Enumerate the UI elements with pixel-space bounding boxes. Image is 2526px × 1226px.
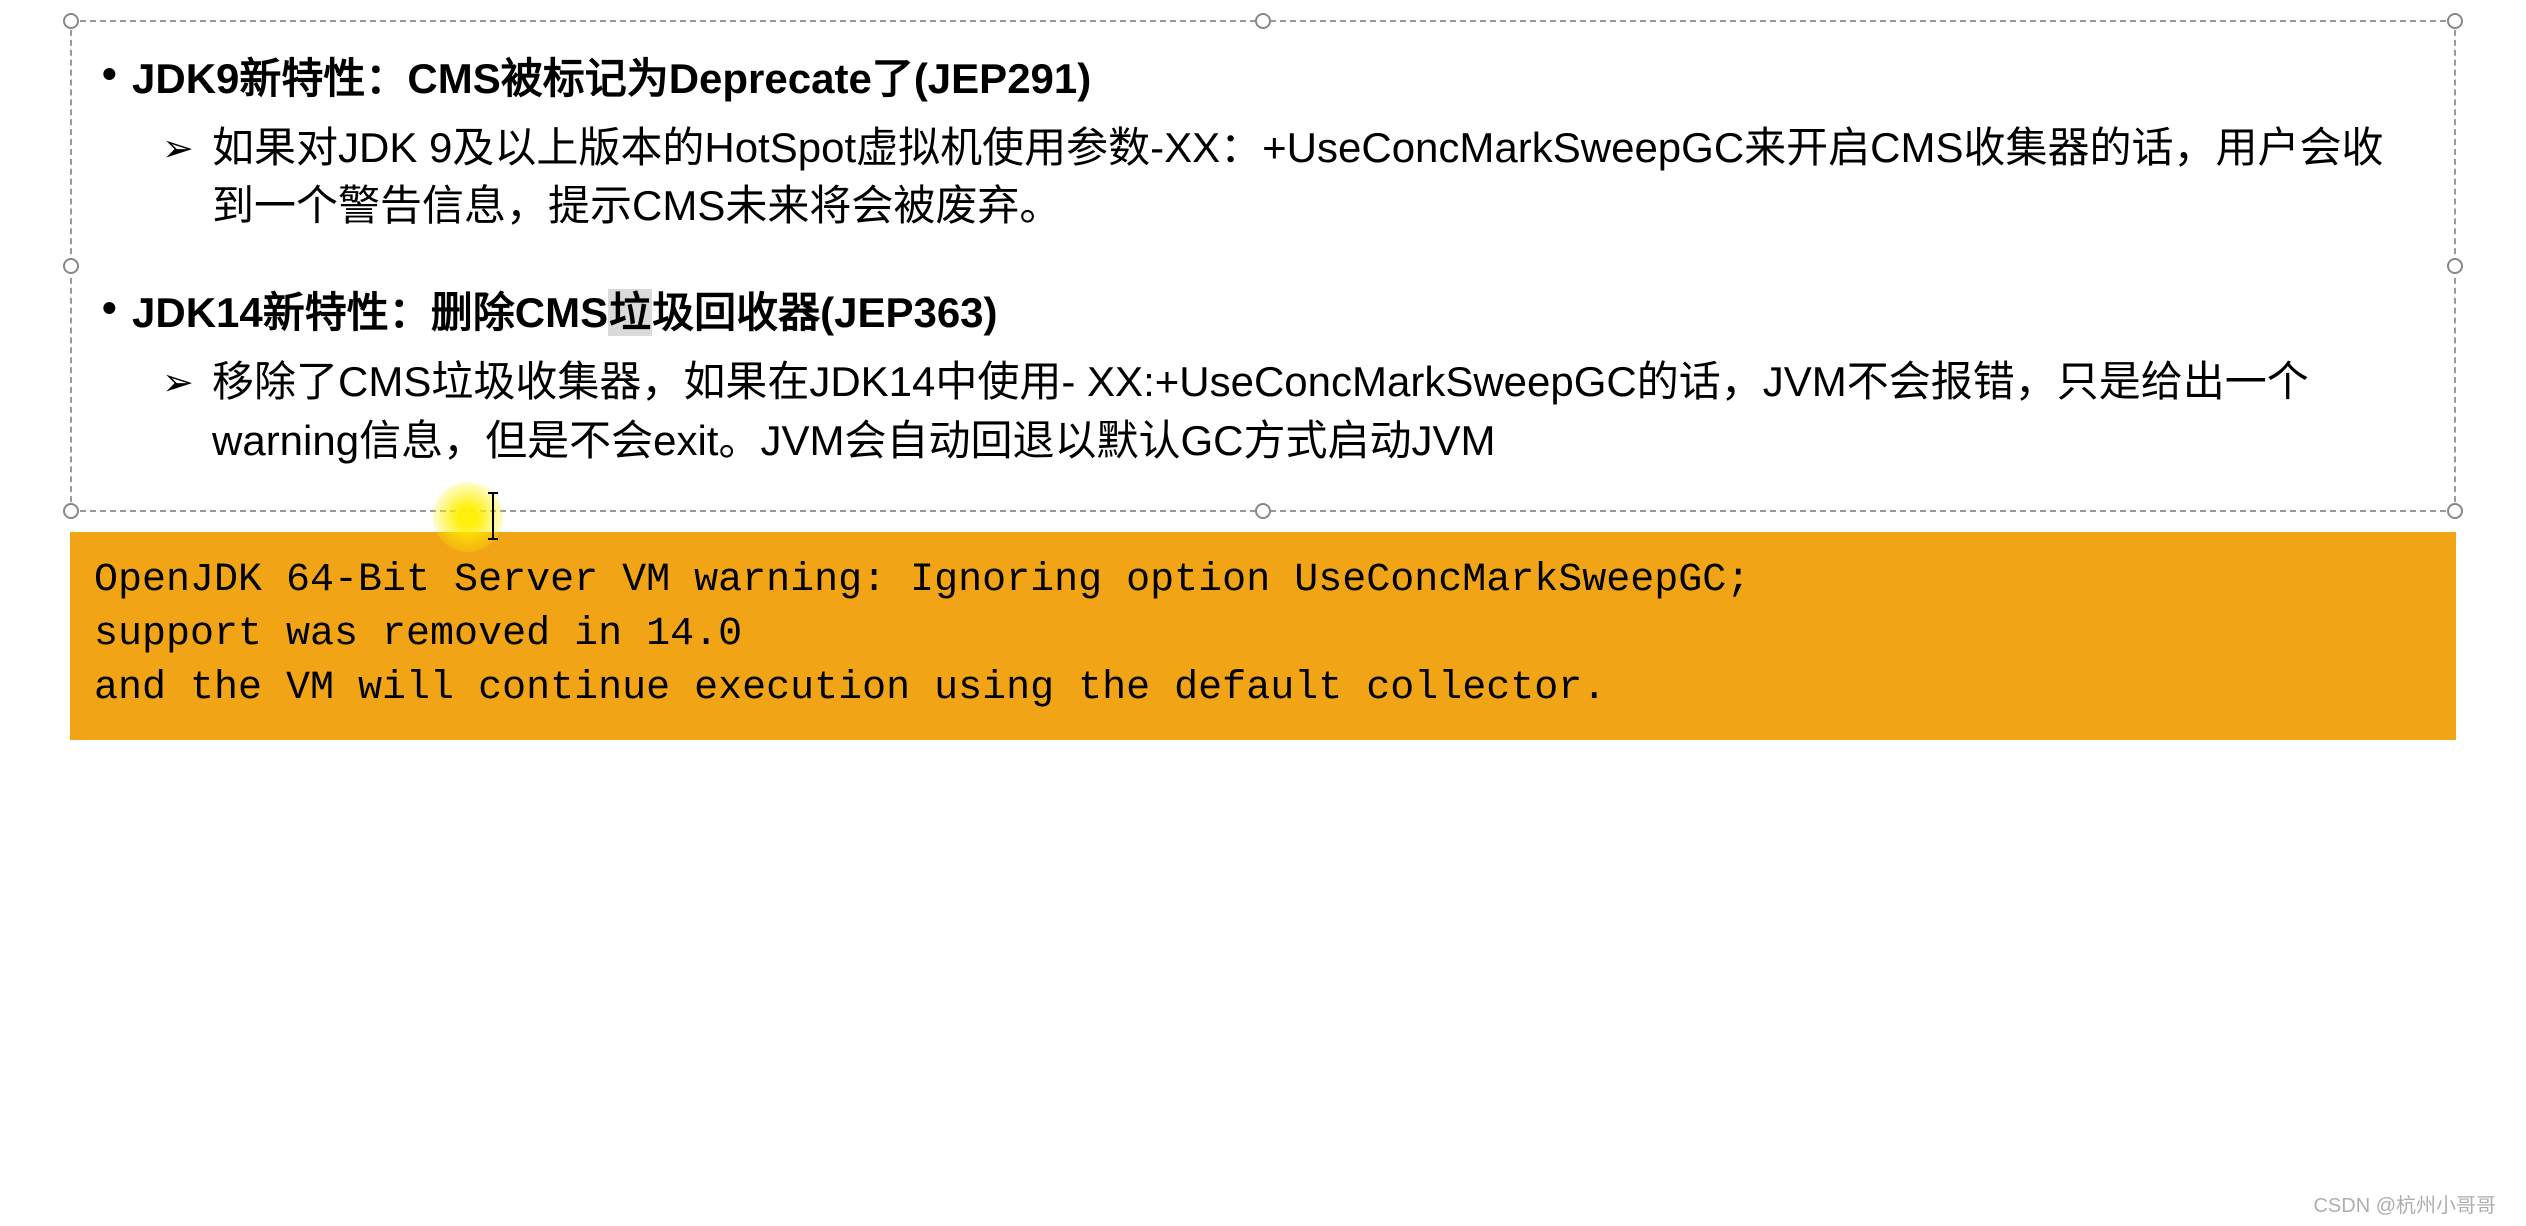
resize-handle-left[interactable]: [63, 258, 79, 274]
slide-textbox[interactable]: JDK9新特性：CMS被标记为Deprecate了(JEP291) 如果对JDK…: [70, 20, 2456, 512]
bullet-item-jdk14[interactable]: JDK14新特性：删除CMS垃圾回收器(JEP363) 移除了CMS垃圾收集器，…: [132, 286, 2424, 470]
bullet-title: JDK14新特性：删除CMS垃圾回收器(JEP363): [132, 286, 2424, 341]
bullet-list: JDK9新特性：CMS被标记为Deprecate了(JEP291) 如果对JDK…: [102, 52, 2424, 470]
title-s: S: [580, 289, 608, 336]
sub-item[interactable]: 如果对JDK 9及以上版本的HotSpot虚拟机使用参数-XX：+UseConc…: [212, 119, 2424, 237]
bullet-title: JDK9新特性：CMS被标记为Deprecate了(JEP291): [132, 52, 2424, 107]
sub-item[interactable]: 移除了CMS垃圾收集器，如果在JDK14中使用- XX:+UseConcMark…: [212, 353, 2424, 471]
sub-list: 移除了CMS垃圾收集器，如果在JDK14中使用- XX:+UseConcMark…: [132, 353, 2424, 471]
bullet-item-jdk9[interactable]: JDK9新特性：CMS被标记为Deprecate了(JEP291) 如果对JDK…: [132, 52, 2424, 236]
watermark: CSDN @杭州小哥哥: [2313, 1189, 2496, 1218]
warning-output-box: OpenJDK 64-Bit Server VM warning: Ignori…: [70, 532, 2456, 740]
title-selected: 垃: [608, 289, 652, 336]
resize-handle-bottom[interactable]: [1255, 503, 1271, 519]
resize-handle-top-right[interactable]: [2447, 13, 2463, 29]
text-cursor-icon: [492, 492, 494, 540]
resize-handle-bottom-right[interactable]: [2447, 503, 2463, 519]
resize-handle-top-left[interactable]: [63, 13, 79, 29]
resize-handle-top[interactable]: [1255, 13, 1271, 29]
title-suffix: 圾回收器(JEP363): [652, 289, 997, 336]
resize-handle-right[interactable]: [2447, 258, 2463, 274]
resize-handle-bottom-left[interactable]: [63, 503, 79, 519]
sub-list: 如果对JDK 9及以上版本的HotSpot虚拟机使用参数-XX：+UseConc…: [132, 119, 2424, 237]
title-prefix: JDK14新特性：删除CM: [132, 289, 580, 336]
